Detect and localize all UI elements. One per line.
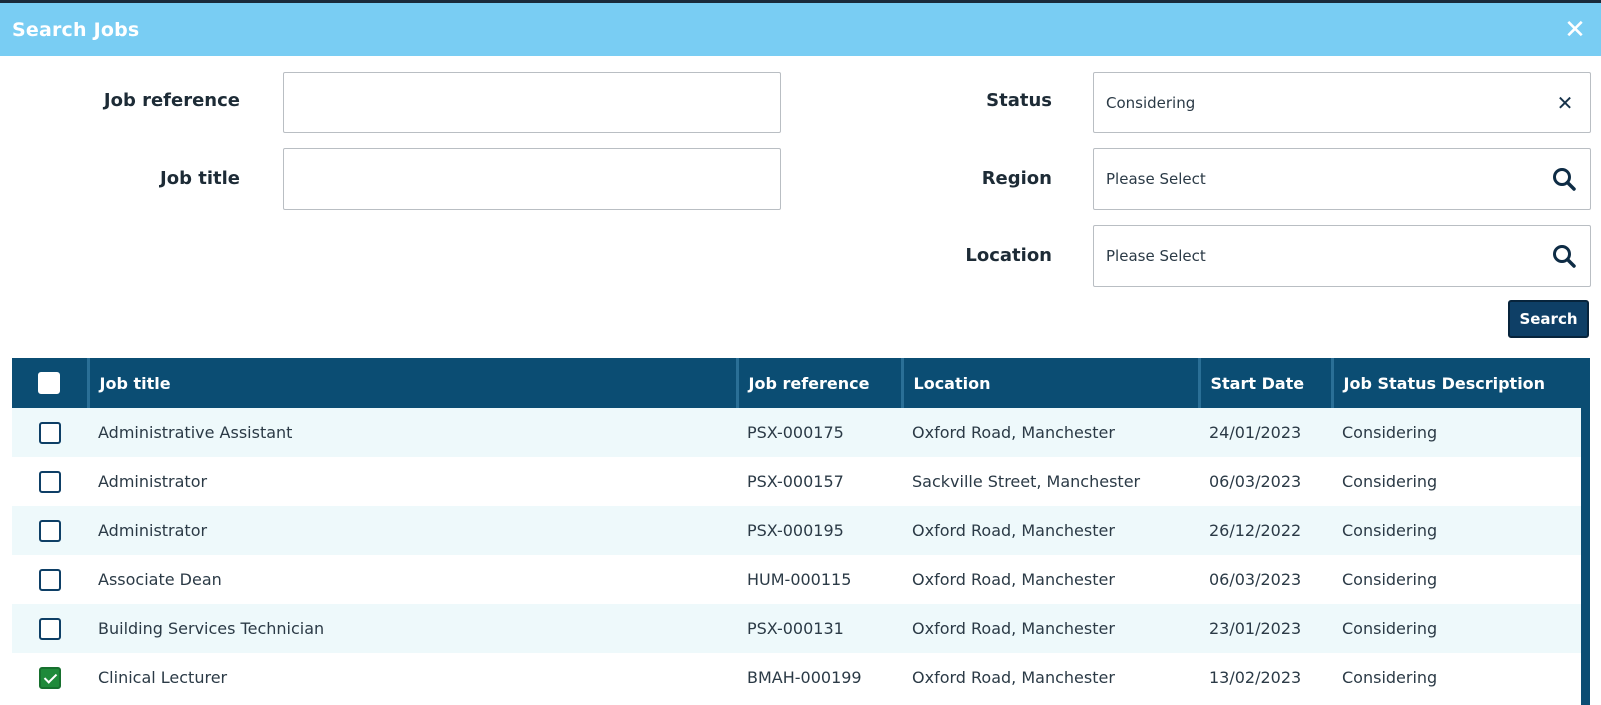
row-checkbox[interactable] — [39, 617, 61, 640]
table-row[interactable]: Administrative Assistant PSX-000175 Oxfo… — [12, 408, 1590, 457]
cell-job-title: Clinical Lecturer — [98, 668, 228, 687]
cell-start-date: 26/12/2022 — [1209, 521, 1302, 540]
table-scrollbar[interactable] — [1581, 358, 1590, 705]
region-label: Region — [981, 168, 1052, 189]
cell-job-reference: PSX-000175 — [747, 423, 844, 442]
column-header-job-status[interactable]: Job Status Description — [1330, 358, 1590, 408]
cell-job-reference: PSX-000195 — [747, 521, 844, 540]
dialog-title: Search Jobs — [12, 18, 140, 41]
column-header-location[interactable]: Location — [900, 358, 1199, 408]
cell-status: Considering — [1342, 521, 1438, 540]
row-checkbox[interactable] — [39, 519, 61, 542]
table-row[interactable]: Administrator PSX-000157 Sackville Stree… — [12, 457, 1590, 506]
job-title-label: Job title — [160, 168, 240, 189]
cell-location: Oxford Road, Manchester — [912, 619, 1115, 638]
cell-job-title: Associate Dean — [98, 570, 222, 589]
cell-status: Considering — [1342, 570, 1438, 589]
cell-start-date: 24/01/2023 — [1209, 423, 1302, 442]
column-header-job-reference[interactable]: Job reference — [735, 358, 902, 408]
close-icon[interactable]: ✕ — [1561, 17, 1589, 43]
cell-job-reference: BMAH-000199 — [747, 668, 862, 687]
table-row[interactable]: Clinical Lecturer BMAH-000199 Oxford Roa… — [12, 653, 1590, 702]
select-all-checkbox[interactable] — [38, 372, 61, 394]
dialog-titlebar: Search Jobs ✕ — [0, 0, 1601, 56]
cell-status: Considering — [1342, 472, 1438, 491]
status-label: Status — [986, 90, 1052, 111]
cell-job-title: Building Services Technician — [98, 619, 325, 638]
job-reference-label: Job reference — [103, 90, 240, 111]
cell-job-reference: HUM-000115 — [747, 570, 852, 589]
region-selected-value: Please Select — [1106, 170, 1206, 188]
search-icon[interactable] — [1550, 165, 1578, 193]
column-header-start-date[interactable]: Start Date — [1197, 358, 1332, 408]
region-select[interactable]: Please Select — [1093, 148, 1591, 210]
cell-job-title: Administrator — [98, 521, 208, 540]
cell-job-reference: PSX-000157 — [747, 472, 844, 491]
results-table: Job title Job reference Location Start D… — [12, 358, 1590, 702]
location-label: Location — [965, 245, 1052, 266]
table-row[interactable]: Administrator PSX-000195 Oxford Road, Ma… — [12, 506, 1590, 555]
status-selected-value: Considering — [1106, 93, 1196, 112]
select-all-cell — [12, 358, 88, 408]
cell-location: Oxford Road, Manchester — [912, 570, 1115, 589]
cell-location: Oxford Road, Manchester — [912, 423, 1115, 442]
job-reference-input[interactable] — [283, 72, 781, 133]
status-select[interactable]: Considering ✕ — [1093, 72, 1591, 133]
search-button[interactable]: Search — [1508, 300, 1589, 338]
row-checkbox[interactable] — [39, 568, 61, 591]
cell-status: Considering — [1342, 668, 1438, 687]
cell-job-reference: PSX-000131 — [747, 619, 844, 638]
clear-icon[interactable]: ✕ — [1552, 91, 1578, 115]
cell-status: Considering — [1342, 619, 1438, 638]
job-title-input[interactable] — [283, 148, 781, 210]
column-header-job-title[interactable]: Job title — [86, 358, 737, 408]
cell-start-date: 06/03/2023 — [1209, 570, 1302, 589]
cell-start-date: 06/03/2023 — [1209, 472, 1302, 491]
search-icon[interactable] — [1550, 242, 1578, 270]
location-selected-value: Please Select — [1106, 247, 1206, 265]
cell-status: Considering — [1342, 423, 1438, 442]
table-row[interactable]: Associate Dean HUM-000115 Oxford Road, M… — [12, 555, 1590, 604]
row-checkbox[interactable] — [39, 470, 61, 493]
table-row[interactable]: Building Services Technician PSX-000131 … — [12, 604, 1590, 653]
cell-start-date: 13/02/2023 — [1209, 668, 1302, 687]
table-header-row: Job title Job reference Location Start D… — [12, 358, 1590, 408]
cell-location: Oxford Road, Manchester — [912, 668, 1115, 687]
row-checkbox-checked[interactable] — [39, 666, 61, 689]
cell-start-date: 23/01/2023 — [1209, 619, 1302, 638]
cell-location: Oxford Road, Manchester — [912, 521, 1115, 540]
cell-location: Sackville Street, Manchester — [912, 472, 1141, 491]
row-checkbox[interactable] — [39, 421, 61, 444]
cell-job-title: Administrator — [98, 472, 208, 491]
location-select[interactable]: Please Select — [1093, 225, 1591, 287]
cell-job-title: Administrative Assistant — [98, 423, 293, 442]
